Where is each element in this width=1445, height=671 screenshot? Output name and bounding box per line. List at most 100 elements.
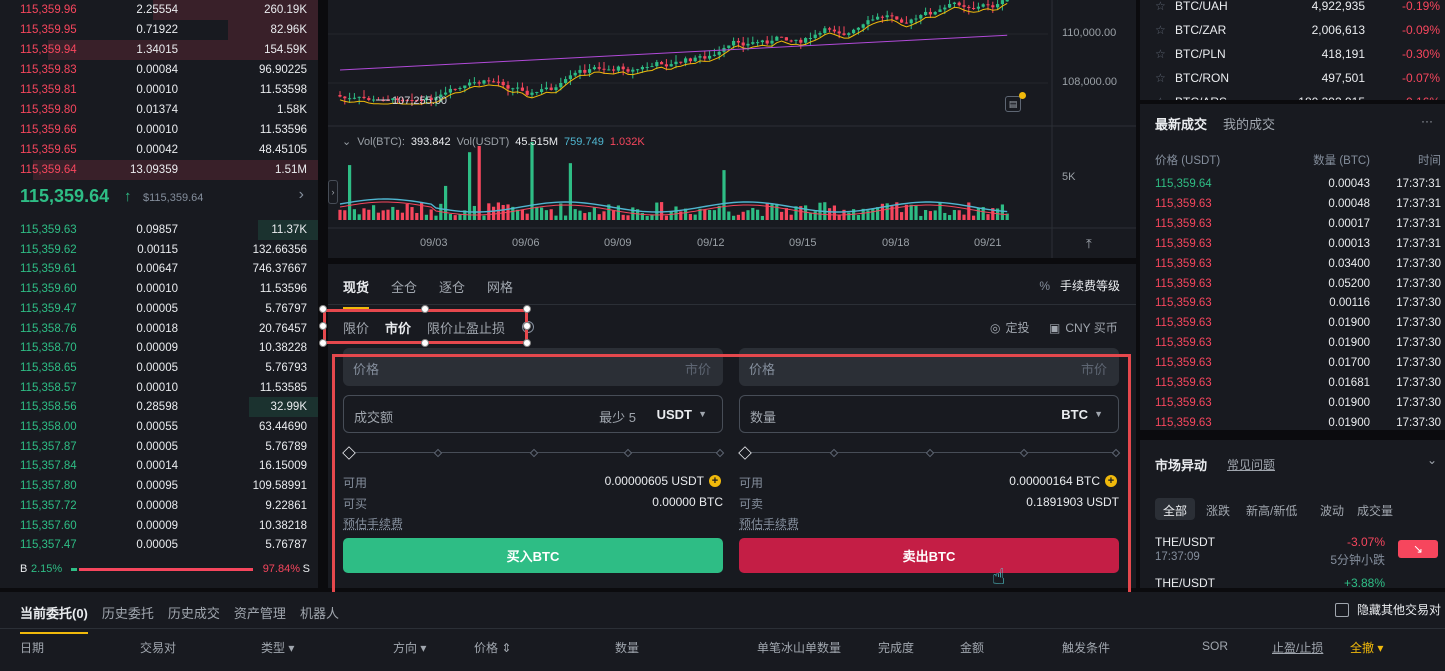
ask-row[interactable]: 115,359.95 0.71922 82.96K xyxy=(0,20,318,40)
trade-row: 115,359.63 0.01900 17:37:30 xyxy=(1155,333,1441,353)
tab-assets[interactable]: 资产管理 xyxy=(234,603,286,634)
bid-row[interactable]: 115,358.76 0.00018 20.76457 xyxy=(0,319,318,339)
ask-row[interactable]: 115,359.83 0.00084 96.90225 xyxy=(0,60,318,80)
tab-grid[interactable]: 网格 xyxy=(487,277,513,309)
indicator-icon[interactable]: ▤ xyxy=(1005,96,1021,112)
volume-bar xyxy=(405,203,409,220)
tab-cross[interactable]: 全仓 xyxy=(391,277,417,309)
ask-row[interactable]: 115,359.65 0.00042 48.45105 xyxy=(0,140,318,160)
movers-title: 市场异动 xyxy=(1155,458,1208,473)
chart-scroll-handle[interactable]: › xyxy=(328,180,338,204)
buy-sell-ratio: B 2.15% 97.84% S xyxy=(20,563,310,577)
chip-volatility[interactable]: 波动 xyxy=(1312,498,1352,520)
collapse-icon[interactable]: ⌄ xyxy=(1427,453,1437,467)
mid-price-row[interactable]: 115,359.64 ↑ $115,359.64 › xyxy=(20,186,310,214)
chip-high-low[interactable]: 新高/新低 xyxy=(1238,498,1305,520)
cny-buy-link[interactable]: ▣ CNY 买币 xyxy=(1049,319,1118,336)
faq-link[interactable]: 常见问题 xyxy=(1227,456,1275,473)
chip-all[interactable]: 全部 xyxy=(1155,498,1196,520)
scale-toggle-icon[interactable]: ⤒ xyxy=(1086,236,1092,252)
tab-isolated[interactable]: 逐仓 xyxy=(439,277,465,309)
ask-row[interactable]: 115,359.81 0.00010 11.53598 xyxy=(0,80,318,100)
trade-row: 115,359.63 0.00017 17:37:31 xyxy=(1155,214,1441,234)
fee-level-link[interactable]: % 手续费等级 xyxy=(1039,277,1120,294)
bid-row[interactable]: 115,358.70 0.00009 10.38228 xyxy=(0,338,318,358)
candle-body xyxy=(957,2,961,6)
bid-amount: 0.00005 xyxy=(136,302,178,315)
candle-body xyxy=(530,92,534,95)
tab-bots[interactable]: 机器人 xyxy=(300,603,339,634)
col-side[interactable]: 方向 ▾ xyxy=(393,639,426,656)
market-row[interactable]: ☆ BTC/UAH 4,922,935 -0.19% xyxy=(1155,0,1440,18)
star-icon[interactable]: ☆ xyxy=(1155,0,1166,13)
ask-row[interactable]: 115,359.94 1.34015 154.59K xyxy=(0,40,318,60)
bid-total: 132.66356 xyxy=(252,243,307,256)
ask-row[interactable]: 115,359.66 0.00010 11.53596 xyxy=(0,120,318,140)
bid-row[interactable]: 115,357.72 0.00008 9.22861 xyxy=(0,496,318,516)
chip-change[interactable]: 涨跌 xyxy=(1198,498,1238,520)
ask-row[interactable]: 115,359.96 2.25554 260.19K xyxy=(0,0,318,20)
chip-volume[interactable]: 成交量 xyxy=(1349,498,1401,520)
tab-my-trades[interactable]: 我的成交 xyxy=(1223,114,1275,133)
candle-body xyxy=(717,51,721,55)
mover-pair[interactable]: THE/USDT xyxy=(1155,535,1215,549)
chevron-right-icon[interactable]: › xyxy=(299,186,304,204)
market-row[interactable]: ☆ BTC/ZAR 2,006,613 -0.09% xyxy=(1155,18,1440,42)
ask-row[interactable]: 115,359.64 13.09359 1.51M xyxy=(0,160,318,180)
candle-body xyxy=(578,69,582,73)
star-icon[interactable]: ☆ xyxy=(1155,95,1166,100)
star-icon[interactable]: ☆ xyxy=(1155,71,1166,85)
mover-pair[interactable]: THE/USDT xyxy=(1155,576,1215,588)
bid-row[interactable]: 115,358.57 0.00010 11.53585 xyxy=(0,378,318,398)
bid-row[interactable]: 115,359.60 0.00010 11.53596 xyxy=(0,279,318,299)
col-type[interactable]: 类型 ▾ xyxy=(261,639,294,656)
col-price[interactable]: 价格 ⇕ xyxy=(474,639,511,656)
bid-row[interactable]: 115,358.00 0.00055 63.44690 xyxy=(0,417,318,437)
market-row[interactable]: ☆ BTC/ARS 180,392,915 -0.16% xyxy=(1155,90,1440,100)
dca-link[interactable]: ◎ 定投 xyxy=(990,319,1030,336)
more-icon[interactable]: ··· xyxy=(1421,114,1433,128)
ask-total: 11.53596 xyxy=(259,124,307,136)
market-row[interactable]: ☆ BTC/RON 497,501 -0.07% xyxy=(1155,66,1440,90)
bid-row[interactable]: 115,359.63 0.09857 11.37K xyxy=(0,220,318,240)
candlestick-chart[interactable] xyxy=(328,0,1136,258)
candle-body xyxy=(506,85,510,89)
col-tp-sl[interactable]: 止盈/止损 xyxy=(1272,639,1323,656)
ask-row[interactable]: 115,359.80 0.01374 1.58K xyxy=(0,100,318,120)
tab-open-orders[interactable]: 当前委托(0) xyxy=(20,603,88,634)
bid-row[interactable]: 115,357.84 0.00014 16.15009 xyxy=(0,456,318,476)
checkbox[interactable] xyxy=(1334,602,1349,617)
market-row[interactable]: ☆ BTC/PLN 418,191 -0.30% xyxy=(1155,42,1440,66)
ask-amount: 0.00084 xyxy=(136,64,178,76)
ask-total: 48.45105 xyxy=(259,144,307,156)
orders-tabs: 当前委托(0) 历史委托 历史成交 资产管理 机器人 xyxy=(20,603,339,634)
bid-row[interactable]: 115,359.61 0.00647 746.37667 xyxy=(0,259,318,279)
bid-row[interactable]: 115,359.47 0.00005 5.76797 xyxy=(0,299,318,319)
candle-body xyxy=(784,37,788,41)
tab-order-history[interactable]: 历史委托 xyxy=(102,603,154,634)
star-icon[interactable]: ☆ xyxy=(1155,23,1166,37)
bid-row[interactable]: 115,357.87 0.00005 5.76789 xyxy=(0,437,318,457)
hide-other-pairs[interactable]: 隐藏其他交易对 xyxy=(1334,601,1441,618)
bid-row[interactable]: 115,357.80 0.00095 109.58991 xyxy=(0,476,318,496)
vol-chevron-icon[interactable]: ⌄ xyxy=(342,135,351,148)
volume-bar xyxy=(669,210,673,220)
volume-bar xyxy=(972,215,976,220)
bid-total: 746.37667 xyxy=(252,263,307,276)
bid-row[interactable]: 115,357.60 0.00009 10.38218 xyxy=(0,516,318,536)
selection-handle xyxy=(523,339,531,347)
bid-row[interactable]: 115,357.47 0.00005 5.76787 xyxy=(0,535,318,555)
bid-row[interactable]: 115,358.65 0.00005 5.76793 xyxy=(0,358,318,378)
tab-trade-history[interactable]: 历史成交 xyxy=(168,603,220,634)
star-icon[interactable]: ☆ xyxy=(1155,47,1166,61)
bid-row[interactable]: 115,359.62 0.00115 132.66356 xyxy=(0,240,318,260)
tab-latest-trades[interactable]: 最新成交 xyxy=(1155,114,1207,133)
low-price-label: 107,255.00 xyxy=(392,95,448,107)
bid-row[interactable]: 115,358.56 0.28598 32.99K xyxy=(0,397,318,418)
volume-bar xyxy=(568,163,572,220)
volume-bar xyxy=(847,212,851,220)
cancel-all-button[interactable]: 全撤 ▾ xyxy=(1350,639,1383,656)
price-chart[interactable]: 110,000.00 108,000.00 107,255.00 ⌄ Vol(B… xyxy=(328,0,1136,258)
volume-bar xyxy=(583,213,587,220)
tab-spot[interactable]: 现货 xyxy=(343,277,370,309)
